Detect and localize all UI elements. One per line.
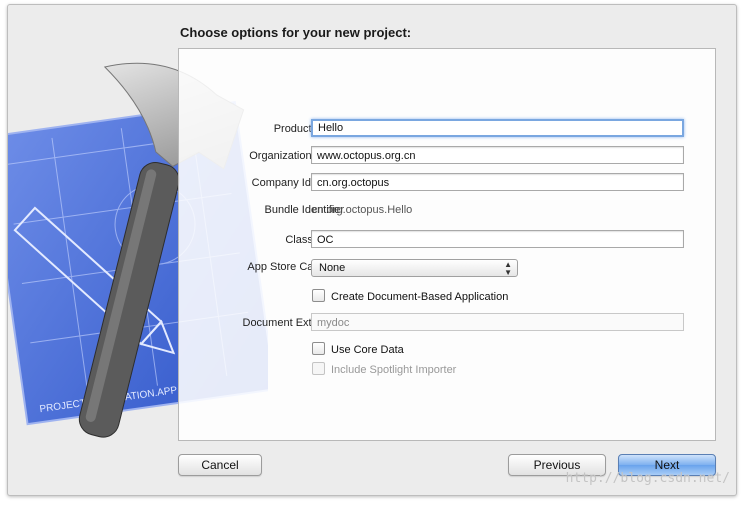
checkbox-icon — [312, 289, 325, 302]
cancel-button[interactable]: Cancel — [178, 454, 262, 476]
app-store-category-value: None — [319, 262, 346, 274]
checkbox-icon — [312, 362, 325, 375]
spotlight-importer-label: Include Spotlight Importer — [331, 364, 457, 376]
core-data-label: Use Core Data — [331, 344, 404, 356]
dialog-title: Choose options for your new project: — [180, 25, 412, 40]
product-name-field[interactable]: Hello — [311, 119, 684, 137]
document-based-checkbox[interactable]: Create Document-Based Application — [312, 289, 508, 303]
company-identifier-field[interactable]: cn.org.octopus — [311, 173, 684, 191]
document-extension-field[interactable]: mydoc — [311, 313, 684, 331]
updown-arrows-icon: ▲ ▼ — [504, 260, 512, 277]
new-project-dialog: Choose options for your new project: PRO… — [7, 4, 737, 496]
watermark: http://blog.csdn.net/ — [565, 471, 730, 486]
checkbox-icon — [312, 342, 325, 355]
organization-name-field[interactable]: www.octopus.org.cn — [311, 146, 684, 164]
app-store-category-select[interactable]: None ▲ ▼ — [311, 259, 518, 277]
core-data-checkbox[interactable]: Use Core Data — [312, 342, 404, 356]
bundle-identifier-value: cn.org.octopus.Hello — [312, 204, 413, 216]
spotlight-importer-checkbox[interactable]: Include Spotlight Importer — [312, 362, 456, 376]
class-prefix-field[interactable]: OC — [311, 230, 684, 248]
document-based-label: Create Document-Based Application — [331, 291, 509, 303]
